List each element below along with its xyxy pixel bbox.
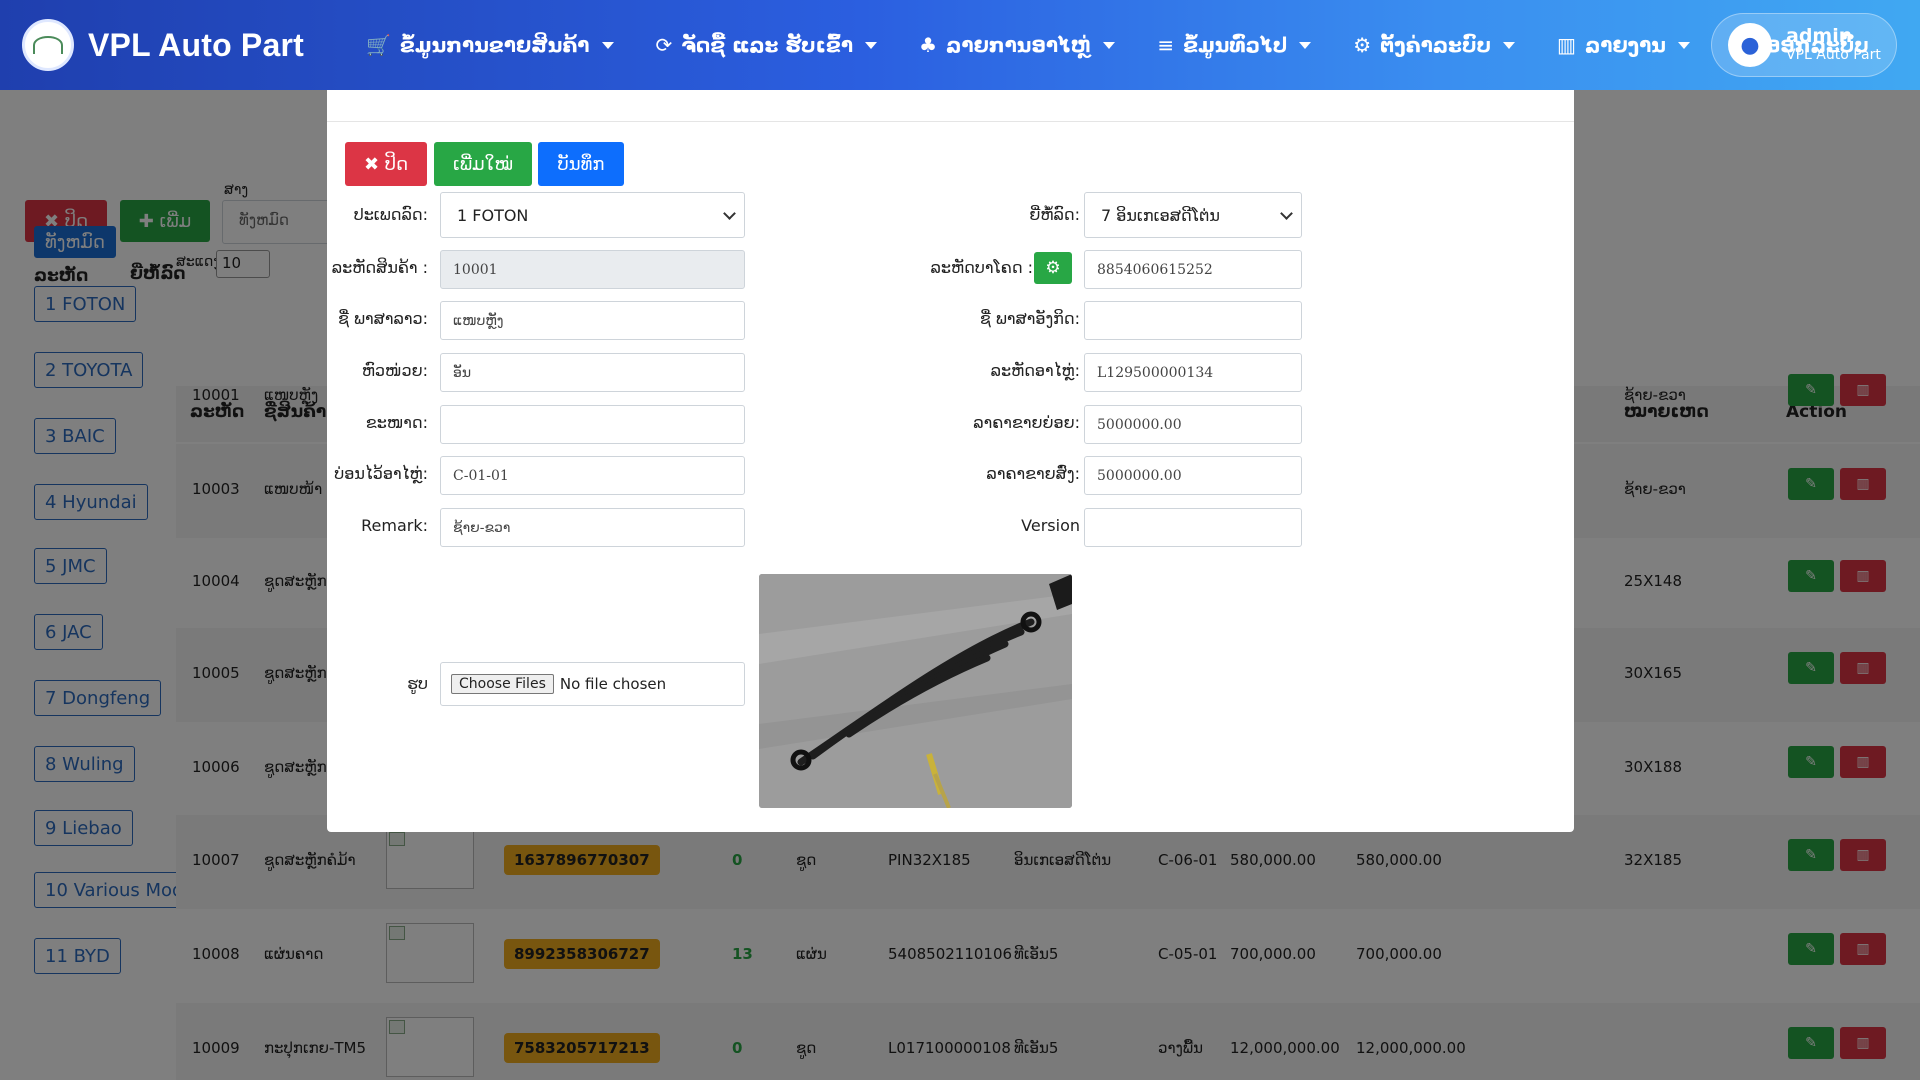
car-type-label: ປະເພດລົດ:: [353, 205, 428, 224]
user-menu[interactable]: ● admin VPL Auto Part: [1711, 13, 1897, 77]
nav-menu-label: ຈັດຊື້ ແລະ ຮັບເຂົ້າ: [681, 33, 854, 57]
cart-icon: 🛒: [366, 33, 391, 57]
barcode-input[interactable]: 8854060615252: [1084, 250, 1302, 289]
retail-price-input[interactable]: 5000000.00: [1084, 405, 1302, 444]
car-type-value: 1 FOTON: [457, 205, 529, 225]
brand-logo-icon: [22, 19, 74, 71]
nav-menu-label: ຕັ້ງຄ່າລະບົບ: [1380, 33, 1492, 57]
part-code-label: ລະຫັດອາໄຫຼ່:: [990, 361, 1080, 380]
nav-menu-label: ຂໍ້ມູນທົ່ວໄປ: [1183, 33, 1288, 57]
car-type-select[interactable]: 1 FOTON: [440, 192, 745, 238]
list-icon: ≡: [1157, 33, 1175, 57]
modal-header: [327, 90, 1574, 122]
generate-barcode-button[interactable]: ⚙: [1034, 252, 1072, 284]
file-status: No file chosen: [559, 675, 667, 693]
remark-label: Remark:: [361, 516, 428, 535]
image-file-input[interactable]: Choose Files No file chosen: [440, 662, 745, 706]
gear-icon: ⚙: [1353, 33, 1372, 57]
nav-menu-item[interactable]: 🛒 ຂໍ້ມູນການຂາຍສິນຄ້າ: [366, 33, 614, 57]
top-navbar: VPL Auto Part 🛒 ຂໍ້ມູນການຂາຍສິນຄ້າ ⟳ ຈັດຊື້…: [0, 0, 1920, 90]
retail-price-label: ລາຄາຂາຍຍ່ອຍ:: [973, 413, 1080, 432]
caret-down-icon: [1299, 41, 1312, 49]
wholesale-price-input[interactable]: 5000000.00: [1084, 456, 1302, 495]
modal-save-button[interactable]: ບັນທຶກ: [538, 142, 624, 186]
location-input[interactable]: C-01-01: [440, 456, 745, 495]
car-brand-label: ຍີ່ຫໍ້ລົດ:: [1029, 205, 1080, 224]
barcode-label: ລະຫັດບາໂຄດ :: [930, 258, 1034, 277]
caret-down-icon: [1677, 41, 1690, 49]
caret-down-icon: [601, 41, 614, 49]
image-label: ຮູບ: [407, 674, 428, 693]
modal-close-button[interactable]: ✖ ປິດ: [345, 142, 427, 186]
version-label: Version: [1021, 516, 1080, 535]
choose-files-button[interactable]: Choose Files: [451, 674, 554, 694]
chevron-down-icon: [1280, 207, 1293, 220]
user-org: VPL Auto Part: [1786, 47, 1881, 63]
bar-chart-icon: ▥: [1557, 33, 1576, 57]
brand[interactable]: VPL Auto Part: [22, 19, 342, 71]
chevron-down-icon: [723, 207, 736, 220]
nav-menu-item[interactable]: ⚙ ຕັ້ງຄ່າລະບົບ: [1353, 33, 1516, 57]
name-en-input[interactable]: [1084, 301, 1302, 340]
car-brand-value: 7 ອິນເກເອສດີໂຕ່ນ: [1101, 205, 1220, 225]
nav-menu-item[interactable]: ⟳ ຈັດຊື້ ແລະ ຮັບເຂົ້າ: [656, 33, 878, 57]
nav-menu-label: ຂໍ້ມູນການຂາຍສິນຄ້າ: [399, 33, 590, 57]
product-image: [759, 574, 1072, 808]
caret-down-icon: [1103, 41, 1116, 49]
size-label: ຂະໜາດ:: [365, 413, 428, 432]
remark-input[interactable]: ຊ້າຍ-ຂວາ: [440, 508, 745, 547]
edit-product-modal: ✖ ປິດ ເພີ່ມໃໝ່ ບັນທຶກ ປະເພດລົດ: ລະຫັດສິນ…: [327, 90, 1574, 832]
name-en-label: ຊື່ ພາສາອັງກິດ:: [979, 309, 1080, 328]
nav-menu-item[interactable]: ♣ ລາຍການອາໄຫຼ່: [919, 33, 1116, 57]
nav-menu-item[interactable]: ▥ ລາຍງານ: [1557, 33, 1690, 57]
product-code-input[interactable]: 10001: [440, 250, 745, 289]
nav-menu-label: ລາຍການອາໄຫຼ່: [946, 33, 1092, 57]
refresh-icon: ⟳: [655, 33, 673, 57]
unit-label: ຫົວໜ່ວຍ:: [361, 361, 428, 380]
product-code-label: ລະຫັດສິນຄ້າ :: [331, 258, 428, 277]
caret-down-icon: [1503, 41, 1516, 49]
main-menu: 🛒 ຂໍ້ມູນການຂາຍສິນຄ້າ ⟳ ຈັດຊື້ ແລະ ຮັບເຂົ້າ ♣…: [366, 0, 1911, 90]
user-name: admin: [1786, 25, 1853, 47]
wholesale-price-label: ລາຄາຂາຍສົ່ງ:: [986, 464, 1080, 483]
name-lao-label: ຊື່ ພາສາລາວ:: [337, 309, 428, 328]
user-icon: ●: [1728, 23, 1772, 67]
brand-name: VPL Auto Part: [88, 26, 304, 63]
name-lao-input[interactable]: ແໜບຫຼັງ: [440, 301, 745, 340]
nav-menu-label: ລາຍງານ: [1584, 33, 1666, 57]
size-input[interactable]: [440, 405, 745, 444]
sitemap-icon: ♣: [919, 33, 937, 57]
unit-input[interactable]: ອັນ: [440, 353, 745, 392]
version-input[interactable]: [1084, 508, 1302, 547]
nav-menu-item[interactable]: ≡ ຂໍ້ມູນທົ່ວໄປ: [1157, 33, 1312, 57]
modal-new-button[interactable]: ເພີ່ມໃໝ່: [434, 142, 532, 186]
gear-icon: ⚙: [1045, 258, 1061, 278]
car-brand-select[interactable]: 7 ອິນເກເອສດີໂຕ່ນ: [1084, 192, 1302, 238]
location-label: ບ່ອນໄວ້ອາໄຫຼ່:: [334, 464, 428, 483]
caret-down-icon: [865, 41, 878, 49]
part-code-input[interactable]: L129500000134: [1084, 353, 1302, 392]
